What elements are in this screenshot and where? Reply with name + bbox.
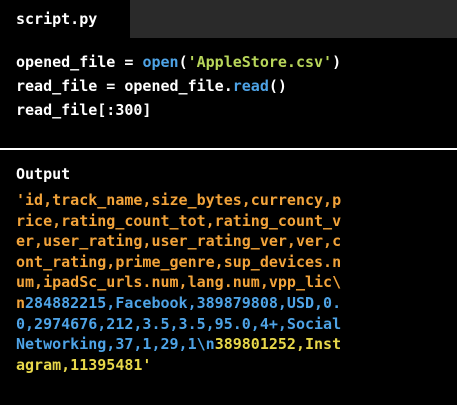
output-panel: Output 'id,track_name,size_bytes,currenc…	[0, 150, 457, 375]
code-line-3: read_file[:300]	[16, 98, 441, 122]
output-segment: n	[16, 293, 26, 312]
code-function-read: read	[232, 77, 269, 95]
code-line-1: opened_file = open('AppleStore.csv')	[16, 50, 441, 74]
code-function-open: open	[142, 53, 179, 71]
output-line: Networking,37,1,29,1\n389801252,Inst	[16, 334, 441, 355]
output-label: Output	[16, 165, 71, 183]
output-segment: 'id,track_name,size_bytes,currency,p	[16, 191, 342, 209]
output-text: 'id,track_name,size_bytes,currency,price…	[16, 190, 441, 375]
code-editor[interactable]: opened_file = open('AppleStore.csv') read…	[0, 38, 457, 134]
output-segment: 284882215,Facebook,389879808,USD,0.	[25, 293, 342, 312]
code-text: ()	[268, 77, 287, 95]
output-line: er,user_rating,user_rating_ver,ver,c	[16, 231, 441, 252]
output-line: 'id,track_name,size_bytes,currency,p	[16, 190, 441, 211]
output-line: 0,2974676,212,3.5,3.5,95.0,4+,Social	[16, 314, 441, 335]
tab-script-py[interactable]: script.py	[0, 0, 130, 38]
output-line: ont_rating,prime_genre,sup_devices.n	[16, 252, 441, 273]
output-line: agram,11395481'	[16, 355, 441, 376]
output-segment: rice,rating_count_tot,rating_count_v	[16, 211, 342, 230]
output-line: rice,rating_count_tot,rating_count_v	[16, 211, 441, 232]
code-string: 'AppleStore.csv'	[187, 53, 333, 71]
code-text: read_file = opened_file.	[16, 77, 233, 95]
code-text: read_file[:300]	[16, 101, 152, 119]
output-segment: agram,11395481'	[16, 355, 152, 374]
output-line: n284882215,Facebook,389879808,USD,0.	[16, 293, 441, 314]
output-segment: 389801252,Inst	[214, 335, 342, 354]
editor-tab-bar: script.py	[0, 0, 457, 38]
output-segment: 0,2974676,212,3.5,3.5,95.0,4+,Social	[16, 314, 342, 333]
output-segment: Networking,37,1,29,1\n	[16, 335, 215, 354]
output-line: um,ipadSc_urls.num,lang.num,vpp_lic\	[16, 272, 441, 293]
output-segment: er,user_rating,user_rating_ver,ver,c	[16, 232, 342, 251]
code-text: )	[332, 53, 342, 71]
code-line-2: read_file = opened_file.read()	[16, 74, 441, 98]
output-segment: um,ipadSc_urls.num,lang.num,vpp_lic\	[16, 273, 342, 292]
output-segment: ont_rating,prime_genre,sup_devices.n	[16, 252, 342, 271]
code-text: (	[178, 53, 188, 71]
code-text: opened_file =	[16, 53, 143, 71]
